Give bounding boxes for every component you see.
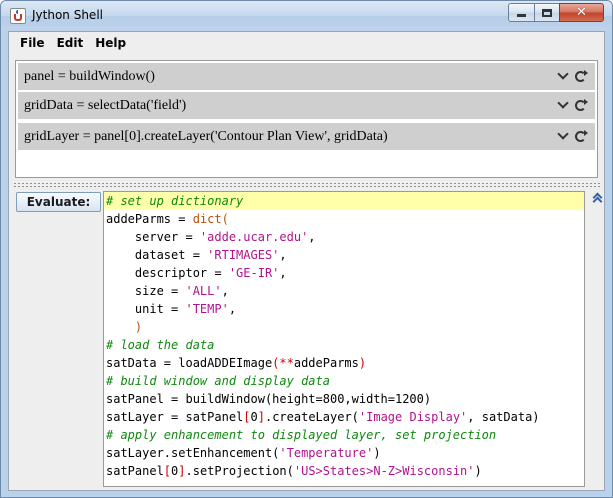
code-token: descriptor = bbox=[106, 266, 229, 280]
code-token: ) bbox=[358, 356, 367, 370]
chevron-down-icon[interactable] bbox=[557, 128, 571, 143]
code-token: # set up dictionary bbox=[106, 194, 244, 208]
minimize-button[interactable] bbox=[508, 3, 535, 22]
code-token: 'Image Display' bbox=[358, 410, 468, 424]
code-token: # apply enhancement to displayed layer, … bbox=[106, 428, 497, 442]
code-line: satPanel = buildWindow(height=800,width=… bbox=[104, 390, 584, 408]
code-line: satPanel[0].setProjection('US>States>N-Z… bbox=[104, 462, 584, 480]
history-row[interactable]: panel = buildWindow() bbox=[18, 63, 595, 91]
refresh-icon[interactable] bbox=[573, 129, 588, 143]
code-token: # load the data bbox=[106, 338, 215, 352]
code-line: # build window and display data bbox=[104, 372, 584, 390]
code-token: satLayer = satPanel bbox=[106, 410, 244, 424]
code-token: 'ALL' bbox=[185, 284, 222, 298]
code-token: ) bbox=[373, 446, 381, 460]
code-token: dict bbox=[192, 212, 222, 226]
menu-file[interactable]: File bbox=[14, 36, 51, 50]
code-token: [ bbox=[243, 410, 251, 424]
code-token: 0 bbox=[250, 410, 258, 424]
code-token: size = bbox=[106, 284, 186, 298]
code-line: descriptor = 'GE-IR', bbox=[104, 264, 584, 282]
code-editor[interactable]: # set up dictionary addeParms = dict( ser… bbox=[103, 191, 585, 487]
code-line: satLayer.setEnhancement('Temperature') bbox=[104, 444, 584, 462]
menu-bar: File Edit Help bbox=[9, 32, 604, 54]
code-line: ) bbox=[104, 318, 584, 336]
maximize-icon bbox=[542, 8, 552, 17]
code-token: 'Temperature' bbox=[279, 446, 374, 460]
evaluate-button[interactable]: Evaluate: bbox=[16, 192, 101, 212]
code-token: 'adde.ucar.edu' bbox=[199, 230, 309, 244]
code-token: unit = bbox=[106, 302, 186, 316]
minimize-icon bbox=[517, 13, 526, 17]
code-token: , bbox=[221, 284, 229, 298]
menu-help[interactable]: Help bbox=[89, 36, 132, 50]
code-token: # build window and display data bbox=[106, 374, 330, 388]
history-command: gridLayer = panel[0].createLayer('Contou… bbox=[24, 129, 388, 144]
code-line: addeParms = dict( bbox=[104, 210, 584, 228]
code-token: .setProjection( bbox=[185, 464, 294, 478]
title-bar[interactable]: Jython Shell ✕ bbox=[1, 1, 612, 31]
split-pane-divider[interactable] bbox=[13, 182, 600, 188]
code-line: server = 'adde.ucar.edu', bbox=[104, 228, 584, 246]
history-command: panel = buildWindow() bbox=[24, 69, 155, 84]
code-token: 'TEMP' bbox=[185, 302, 229, 316]
code-token: 'RTIMAGES' bbox=[207, 248, 280, 262]
code-line: # load the data bbox=[104, 336, 584, 354]
code-token: , satData) bbox=[467, 410, 540, 424]
code-token: , bbox=[279, 266, 287, 280]
close-icon: ✕ bbox=[576, 5, 587, 20]
code-token: satPanel bbox=[106, 464, 164, 478]
code-token: satLayer.setEnhancement( bbox=[106, 446, 280, 460]
code-token: 'GE-IR' bbox=[228, 266, 280, 280]
close-button[interactable]: ✕ bbox=[559, 3, 604, 22]
chevron-down-icon[interactable] bbox=[557, 97, 571, 112]
code-token: [ bbox=[163, 464, 172, 478]
code-token: (** bbox=[272, 356, 294, 370]
refresh-icon[interactable] bbox=[573, 98, 588, 112]
code-line: size = 'ALL', bbox=[104, 282, 584, 300]
window-title: Jython Shell bbox=[32, 8, 103, 22]
code-line: dataset = 'RTIMAGES', bbox=[104, 246, 584, 264]
code-line: satLayer = satPanel[0].createLayer('Imag… bbox=[104, 408, 584, 426]
menu-edit[interactable]: Edit bbox=[51, 36, 90, 50]
code-token: addeParms bbox=[293, 356, 359, 370]
history-command: gridData = selectData('field') bbox=[24, 98, 187, 113]
evaluate-area: Evaluate: # set up dictionary addeParms =… bbox=[14, 190, 601, 488]
history-row[interactable]: gridLayer = panel[0].createLayer('Contou… bbox=[18, 123, 595, 151]
code-line: unit = 'TEMP', bbox=[104, 300, 584, 318]
command-history-panel: panel = buildWindow() gridData = selectD… bbox=[15, 60, 598, 178]
java-cup-icon bbox=[10, 8, 26, 24]
refresh-icon[interactable] bbox=[573, 69, 588, 83]
collapse-up-icon[interactable] bbox=[593, 193, 601, 203]
code-line: # apply enhancement to displayed layer, … bbox=[104, 426, 584, 444]
code-token: .createLayer( bbox=[264, 410, 359, 424]
chevron-down-icon[interactable] bbox=[557, 68, 571, 83]
code-line: satData = loadADDEImage(**addeParms) bbox=[104, 354, 584, 372]
code-token: satData = loadADDEImage bbox=[106, 356, 273, 370]
code-token: ] bbox=[178, 464, 186, 478]
code-token: server = bbox=[106, 230, 200, 244]
jython-shell-window: Jython Shell ✕ File Edit Help panel = bu… bbox=[0, 0, 613, 498]
code-token: dataset = bbox=[106, 248, 208, 262]
code-token: ) bbox=[474, 464, 482, 478]
maximize-button[interactable] bbox=[534, 3, 560, 22]
code-token: , bbox=[308, 230, 316, 244]
code-token: , bbox=[228, 302, 237, 316]
code-token: satPanel = buildWindow(height=800,width=… bbox=[106, 392, 432, 406]
history-row[interactable]: gridData = selectData('field') bbox=[18, 92, 595, 120]
code-token: addeParms = bbox=[106, 212, 193, 226]
code-token: ] bbox=[257, 410, 265, 424]
code-token: , bbox=[279, 248, 287, 262]
code-line: # set up dictionary bbox=[104, 192, 584, 210]
code-token: ) bbox=[106, 320, 143, 334]
client-area: File Edit Help panel = buildWindow() gri… bbox=[8, 31, 605, 491]
code-token: 'US>States>N-Z>Wisconsin' bbox=[293, 464, 475, 478]
code-token: ( bbox=[221, 212, 229, 226]
